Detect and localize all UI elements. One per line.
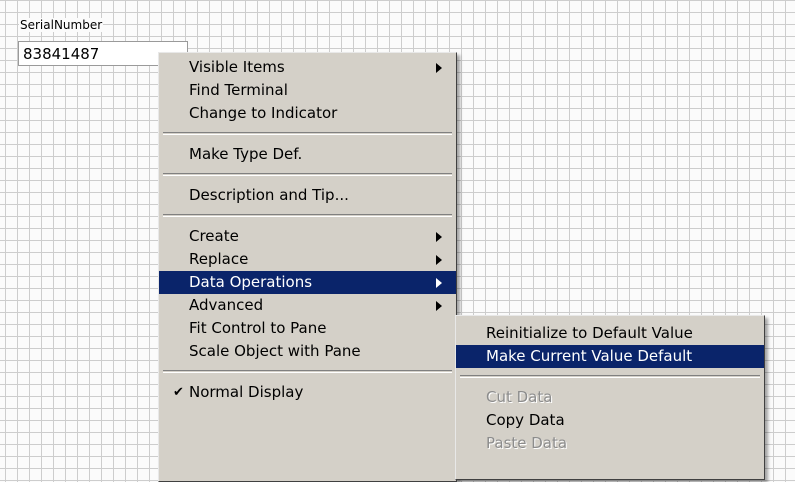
menu-item-label: Data Operations — [189, 273, 313, 291]
menu-separator — [163, 214, 452, 217]
checkmark-icon: ✔ — [173, 385, 184, 400]
menu-item-label: Change to Indicator — [189, 104, 338, 122]
submenu-arrow-icon — [436, 255, 442, 265]
menu-item-label: Find Terminal — [189, 81, 288, 99]
submenu-arrow-icon — [436, 232, 442, 242]
menu-item-make-type-def[interactable]: Make Type Def. — [159, 143, 456, 166]
menu-item-label: Scale Object with Pane — [189, 342, 361, 360]
menu-item-cut-data[interactable]: Cut Data — [456, 386, 764, 409]
menu-separator — [460, 375, 760, 378]
menu-item-advanced[interactable]: Advanced — [159, 294, 456, 317]
submenu-arrow-icon — [436, 301, 442, 311]
submenu-arrow-icon — [436, 278, 442, 288]
menu-item-fit-control-to-pane[interactable]: Fit Control to Pane — [159, 317, 456, 340]
submenu-arrow-icon — [436, 63, 442, 73]
menu-item-find-terminal[interactable]: Find Terminal — [159, 79, 456, 102]
menu-item-label: Description and Tip... — [189, 186, 349, 204]
menu-item-data-operations[interactable]: Data Operations — [159, 271, 456, 294]
menu-item-create[interactable]: Create — [159, 225, 456, 248]
menu-item-visible-items[interactable]: Visible Items — [159, 56, 456, 79]
menu-item-label: Reinitialize to Default Value — [486, 324, 693, 342]
menu-separator — [163, 370, 452, 373]
menu-item-change-to-indicator[interactable]: Change to Indicator — [159, 102, 456, 125]
menu-item-label: Paste Data — [486, 434, 568, 452]
menu-item-label: Visible Items — [189, 58, 285, 76]
menu-item-label: Replace — [189, 250, 249, 268]
menu-item-label: Normal Display — [189, 383, 304, 401]
menu-item-scale-object-with-pane[interactable]: Scale Object with Pane — [159, 340, 456, 363]
menu-item-label: Make Type Def. — [189, 145, 303, 163]
menu-item-copy-data[interactable]: Copy Data — [456, 409, 764, 432]
menu-item-label: Advanced — [189, 296, 264, 314]
menu-item-label: Copy Data — [486, 411, 565, 429]
menu-item-paste-data[interactable]: Paste Data — [456, 432, 764, 455]
data-operations-submenu: Reinitialize to Default Value Make Curre… — [455, 315, 765, 480]
menu-item-make-current-value-default[interactable]: Make Current Value Default — [456, 345, 764, 368]
menu-separator — [163, 173, 452, 176]
menu-separator — [163, 132, 452, 135]
menu-item-label: Create — [189, 227, 239, 245]
menu-item-reinitialize-to-default[interactable]: Reinitialize to Default Value — [456, 322, 764, 345]
menu-item-replace[interactable]: Replace — [159, 248, 456, 271]
menu-item-label: Fit Control to Pane — [189, 319, 327, 337]
serialnumber-label: SerialNumber — [19, 18, 104, 32]
context-menu: Visible Items Find Terminal Change to In… — [158, 52, 457, 482]
menu-item-description-and-tip[interactable]: Description and Tip... — [159, 184, 456, 207]
menu-item-label: Cut Data — [486, 388, 553, 406]
menu-item-label: Make Current Value Default — [486, 347, 693, 365]
menu-item-normal-display[interactable]: ✔ Normal Display — [159, 381, 456, 404]
